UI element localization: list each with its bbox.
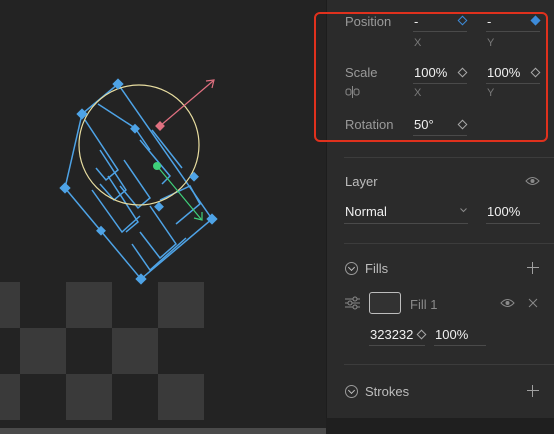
divider: [344, 364, 554, 365]
add-fill-icon[interactable]: [527, 262, 539, 274]
horizontal-scrollbar[interactable]: [0, 428, 326, 434]
collapse-strokes-icon[interactable]: [345, 385, 358, 398]
hex-underline: [369, 345, 425, 346]
divider: [344, 243, 554, 244]
divider: [344, 157, 554, 158]
eye-icon[interactable]: [525, 176, 540, 186]
fill-opacity-underline: [434, 345, 486, 346]
strokes-section-title: Strokes: [365, 384, 410, 399]
fill-opacity-input[interactable]: 100%: [435, 327, 468, 342]
pivot-handle[interactable]: [153, 162, 161, 170]
chevron-down-icon[interactable]: [460, 208, 467, 213]
fill-eye-icon[interactable]: [500, 298, 515, 308]
add-stroke-icon[interactable]: [527, 385, 539, 397]
remove-fill-icon[interactable]: [528, 298, 538, 308]
layer-opacity-input[interactable]: 100%: [487, 204, 520, 219]
fill-settings-icon[interactable]: [345, 296, 360, 310]
panel-footer: [326, 418, 554, 434]
layer-section-title: Layer: [345, 174, 378, 189]
fills-section-title: Fills: [365, 261, 389, 276]
collapse-fills-icon[interactable]: [345, 262, 358, 275]
selection-gizmo[interactable]: [0, 0, 326, 434]
rotation-ring[interactable]: [78, 84, 200, 206]
blend-underline: [344, 223, 468, 224]
blend-mode-select[interactable]: Normal: [345, 204, 387, 219]
opacity-underline: [486, 223, 540, 224]
fill-color-swatch[interactable]: [369, 292, 401, 314]
design-canvas[interactable]: [0, 0, 326, 434]
transform-section-highlight: [314, 12, 548, 142]
fill-name: Fill 1: [410, 297, 438, 312]
fill-hex-input[interactable]: 323232: [370, 327, 413, 342]
